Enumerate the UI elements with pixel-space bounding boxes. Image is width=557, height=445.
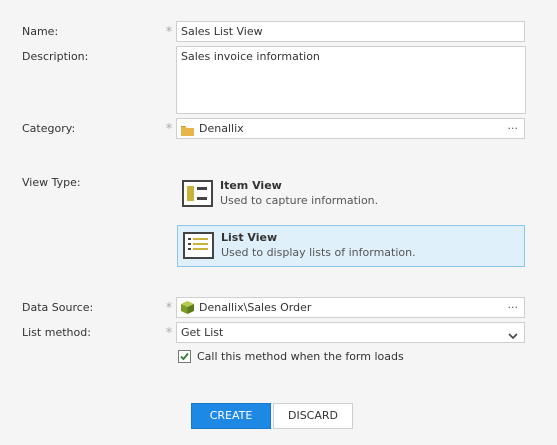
description-textarea[interactable]: Sales invoice information <box>176 46 526 114</box>
name-input[interactable]: Sales List View <box>176 21 525 42</box>
view-type-option-item-view[interactable]: Item View Used to capture information. <box>177 174 525 216</box>
category-label: Category: <box>22 122 76 135</box>
category-value: Denallix <box>199 122 244 135</box>
list-view-icon <box>183 232 214 259</box>
item-view-icon <box>182 180 213 207</box>
required-marker: * <box>165 122 173 137</box>
category-browse-button[interactable]: ··· <box>508 119 519 138</box>
description-label: Description: <box>22 50 89 63</box>
data-source-field[interactable]: Denallix\Sales Order ··· <box>176 297 525 318</box>
item-view-description: Used to capture information. <box>220 194 379 207</box>
required-marker: * <box>165 326 173 341</box>
category-field[interactable]: Denallix ··· <box>176 118 525 139</box>
list-view-title: List View <box>221 231 278 244</box>
chevron-down-icon[interactable] <box>508 328 518 340</box>
create-button[interactable]: CREATE <box>191 403 271 429</box>
list-method-select[interactable]: Get List <box>176 322 525 343</box>
discard-button[interactable]: DISCARD <box>273 403 353 429</box>
call-on-load-checkbox[interactable] <box>178 350 191 363</box>
data-source-value: Denallix\Sales Order <box>199 301 312 314</box>
folder-icon <box>181 123 194 136</box>
name-label: Name: <box>22 25 59 38</box>
required-marker: * <box>165 301 173 316</box>
data-source-browse-button[interactable]: ··· <box>508 298 519 317</box>
check-icon <box>180 352 189 361</box>
item-view-title: Item View <box>220 179 282 192</box>
list-method-label: List method: <box>22 326 91 339</box>
smartobject-cube-icon <box>181 301 194 314</box>
view-type-label: View Type: <box>22 176 81 189</box>
list-view-description: Used to display lists of information. <box>221 246 416 259</box>
view-type-option-list-view[interactable]: List View Used to display lists of infor… <box>177 225 525 267</box>
list-method-value: Get List <box>181 326 224 339</box>
data-source-label: Data Source: <box>22 301 94 314</box>
required-marker: * <box>165 25 173 40</box>
call-on-load-label: Call this method when the form loads <box>197 350 404 363</box>
